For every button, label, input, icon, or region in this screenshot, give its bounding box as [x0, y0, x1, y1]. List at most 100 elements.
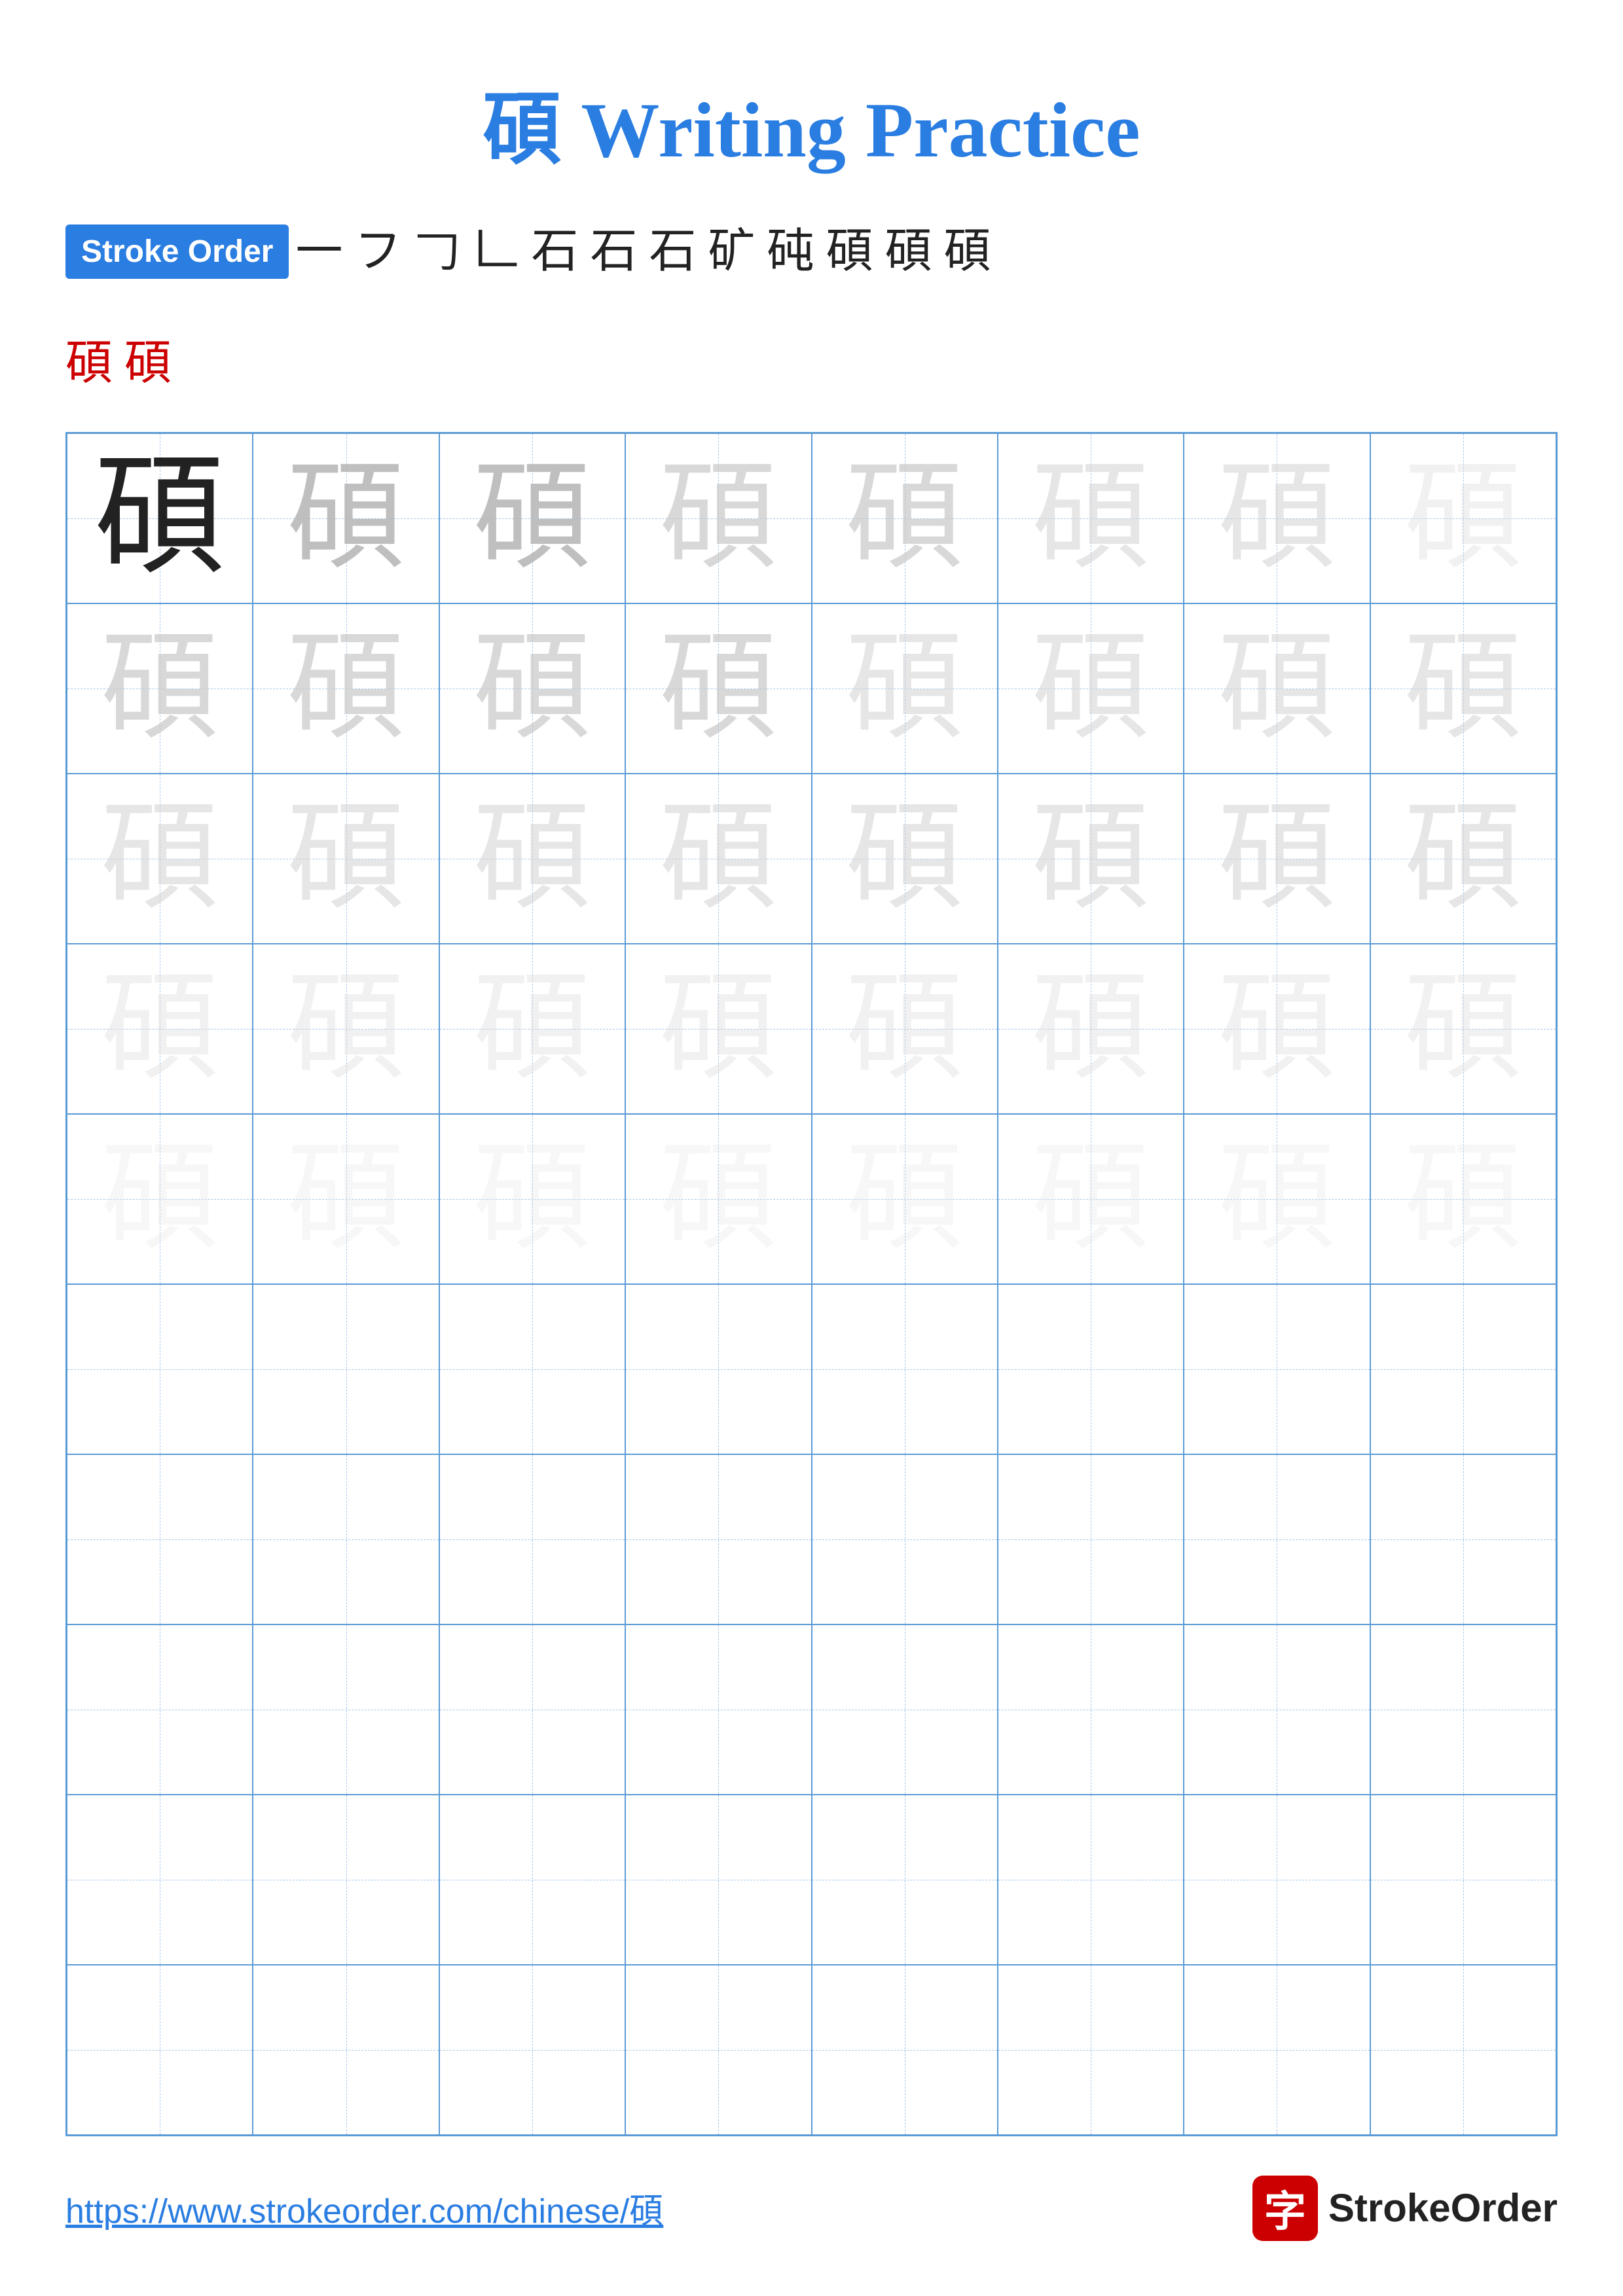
grid-cell-r8c5[interactable] — [812, 1624, 998, 1795]
practice-char-fade: 碩 — [287, 1140, 405, 1258]
stroke-8: 矿 — [708, 219, 756, 285]
grid-cell-r9c3[interactable] — [439, 1795, 625, 1965]
grid-cell-r7c3[interactable] — [439, 1454, 625, 1624]
grid-cell-r6c3[interactable] — [439, 1284, 625, 1454]
grid-cell-r9c7[interactable] — [1184, 1795, 1370, 1965]
practice-char-fade: 碩 — [1032, 970, 1150, 1088]
grid-cell-r9c1[interactable] — [67, 1795, 253, 1965]
grid-cell-r3c4[interactable]: 碩 — [625, 774, 811, 944]
grid-cell-r6c4[interactable] — [625, 1284, 811, 1454]
grid-cell-r6c2[interactable] — [253, 1284, 439, 1454]
grid-cell-r5c5[interactable]: 碩 — [812, 1114, 998, 1284]
grid-cell-r8c4[interactable] — [625, 1624, 811, 1795]
grid-cell-r2c5[interactable]: 碩 — [812, 603, 998, 774]
grid-cell-r9c8[interactable] — [1370, 1795, 1556, 1965]
grid-cell-r2c8[interactable]: 碩 — [1370, 603, 1556, 774]
grid-cell-r4c2[interactable]: 碩 — [253, 944, 439, 1114]
grid-cell-r1c5[interactable]: 碩 — [812, 433, 998, 603]
grid-cell-r3c6[interactable]: 碩 — [998, 774, 1184, 944]
grid-cell-r2c4[interactable]: 碩 — [625, 603, 811, 774]
grid-cell-r2c3[interactable]: 碩 — [439, 603, 625, 774]
grid-cell-r7c5[interactable] — [812, 1454, 998, 1624]
grid-cell-r8c7[interactable] — [1184, 1624, 1370, 1795]
grid-cell-r5c2[interactable]: 碩 — [253, 1114, 439, 1284]
grid-cell-r2c1[interactable]: 碩 — [67, 603, 253, 774]
grid-cell-r6c5[interactable] — [812, 1284, 998, 1454]
grid-cell-r7c7[interactable] — [1184, 1454, 1370, 1624]
grid-cell-r10c6[interactable] — [998, 1965, 1184, 2135]
grid-cell-r7c4[interactable] — [625, 1454, 811, 1624]
grid-cell-r5c8[interactable]: 碩 — [1370, 1114, 1556, 1284]
practice-char-fade: 碩 — [101, 1140, 219, 1258]
practice-char-fade: 碩 — [1218, 800, 1336, 918]
grid-cell-r5c3[interactable]: 碩 — [439, 1114, 625, 1284]
grid-cell-r5c4[interactable]: 碩 — [625, 1114, 811, 1284]
grid-cell-r10c2[interactable] — [253, 1965, 439, 2135]
grid-cell-r4c6[interactable]: 碩 — [998, 944, 1184, 1114]
page-title: 碩 Writing Practice — [483, 86, 1140, 173]
grid-cell-r7c2[interactable] — [253, 1454, 439, 1624]
grid-cell-r4c5[interactable]: 碩 — [812, 944, 998, 1114]
grid-cell-r9c4[interactable] — [625, 1795, 811, 1965]
grid-cell-r4c4[interactable]: 碩 — [625, 944, 811, 1114]
grid-cell-r3c2[interactable]: 碩 — [253, 774, 439, 944]
grid-cell-r1c6[interactable]: 碩 — [998, 433, 1184, 603]
practice-char-fade: 碩 — [1404, 1140, 1522, 1258]
grid-cell-r6c7[interactable] — [1184, 1284, 1370, 1454]
grid-cell-r1c7[interactable]: 碩 — [1184, 433, 1370, 603]
practice-char-fade: 碩 — [287, 970, 405, 1088]
grid-cell-r10c3[interactable] — [439, 1965, 625, 2135]
grid-cell-r1c4[interactable]: 碩 — [625, 433, 811, 603]
stroke-order-badge: Stroke Order — [65, 224, 289, 279]
grid-cell-r3c1[interactable]: 碩 — [67, 774, 253, 944]
footer-url[interactable]: https://www.strokeorder.com/chinese/碩 — [65, 2183, 663, 2233]
grid-cell-r9c5[interactable] — [812, 1795, 998, 1965]
grid-cell-r5c1[interactable]: 碩 — [67, 1114, 253, 1284]
grid-cell-r5c6[interactable]: 碩 — [998, 1114, 1184, 1284]
grid-cell-r8c6[interactable] — [998, 1624, 1184, 1795]
grid-cell-r10c1[interactable] — [67, 1965, 253, 2135]
stroke-12: 碩 — [944, 219, 991, 285]
grid-cell-r1c2[interactable]: 碩 — [253, 433, 439, 603]
grid-cell-r1c8[interactable]: 碩 — [1370, 433, 1556, 603]
grid-cell-r2c7[interactable]: 碩 — [1184, 603, 1370, 774]
grid-cell-r10c5[interactable] — [812, 1965, 998, 2135]
grid-cell-r2c2[interactable]: 碩 — [253, 603, 439, 774]
grid-cell-r8c8[interactable] — [1370, 1624, 1556, 1795]
grid-cell-r7c1[interactable] — [67, 1454, 253, 1624]
grid-cell-r4c8[interactable]: 碩 — [1370, 944, 1556, 1114]
grid-cell-r4c3[interactable]: 碩 — [439, 944, 625, 1114]
grid-cell-r10c4[interactable] — [625, 1965, 811, 2135]
stroke-3: 𠃌 — [413, 219, 460, 285]
grid-cell-r2c6[interactable]: 碩 — [998, 603, 1184, 774]
grid-cell-r6c1[interactable] — [67, 1284, 253, 1454]
grid-cell-r9c2[interactable] — [253, 1795, 439, 1965]
stroke-order-section: Stroke Order 一 フ 𠃌 𠃊 石 石 石 矿 砘 碩 碩 碩 — [65, 219, 1558, 285]
grid-cell-r3c7[interactable]: 碩 — [1184, 774, 1370, 944]
grid-cell-r1c1[interactable]: 碩 — [67, 433, 253, 603]
grid-cell-r4c1[interactable]: 碩 — [67, 944, 253, 1114]
grid-cell-r6c6[interactable] — [998, 1284, 1184, 1454]
practice-char-fade: 碩 — [1032, 630, 1150, 747]
grid-cell-r6c8[interactable] — [1370, 1284, 1556, 1454]
stroke-9: 砘 — [767, 219, 814, 285]
practice-char-fade: 碩 — [101, 970, 219, 1088]
grid-cell-r3c5[interactable]: 碩 — [812, 774, 998, 944]
grid-cell-r8c1[interactable] — [67, 1624, 253, 1795]
grid-cell-r8c3[interactable] — [439, 1624, 625, 1795]
grid-cell-r7c6[interactable] — [998, 1454, 1184, 1624]
practice-char-fade: 碩 — [1404, 970, 1522, 1088]
grid-cell-r10c7[interactable] — [1184, 1965, 1370, 2135]
practice-char-fade: 碩 — [101, 800, 219, 918]
grid-cell-r7c8[interactable] — [1370, 1454, 1556, 1624]
grid-cell-r3c8[interactable]: 碩 — [1370, 774, 1556, 944]
practice-char-dark: 碩 — [94, 453, 225, 584]
grid-cell-r4c7[interactable]: 碩 — [1184, 944, 1370, 1114]
grid-cell-r1c3[interactable]: 碩 — [439, 433, 625, 603]
grid-cell-r9c6[interactable] — [998, 1795, 1184, 1965]
grid-cell-r10c8[interactable] — [1370, 1965, 1556, 2135]
practice-char-fade: 碩 — [1032, 1140, 1150, 1258]
grid-cell-r5c7[interactable]: 碩 — [1184, 1114, 1370, 1284]
grid-cell-r8c2[interactable] — [253, 1624, 439, 1795]
grid-cell-r3c3[interactable]: 碩 — [439, 774, 625, 944]
